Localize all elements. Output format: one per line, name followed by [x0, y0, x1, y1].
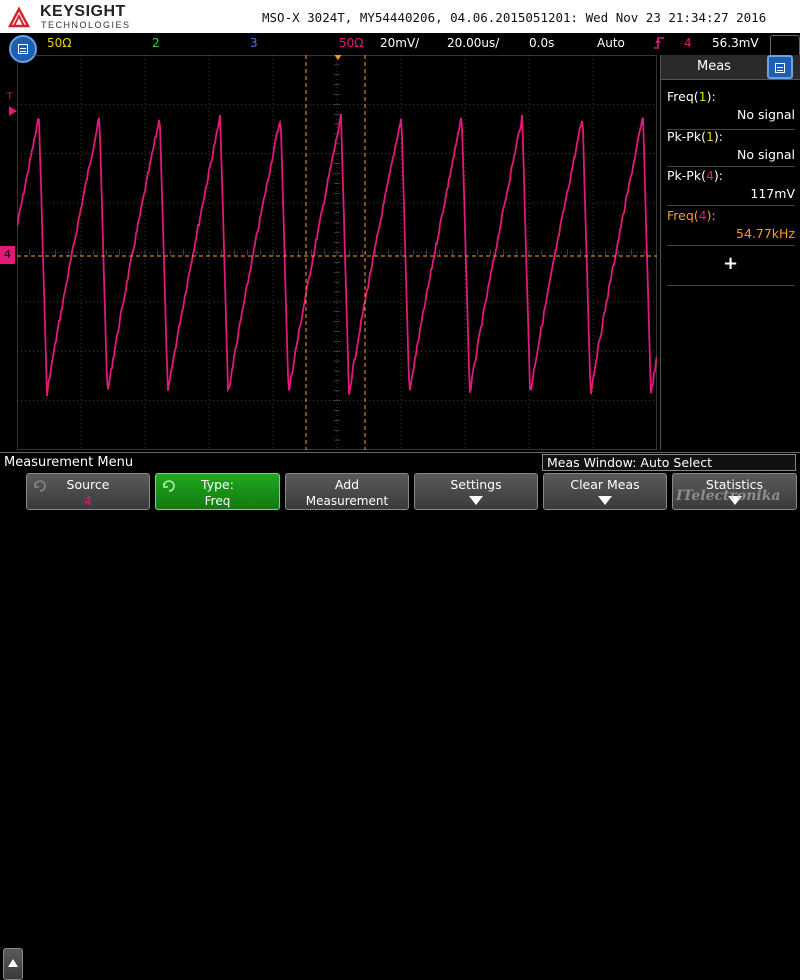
meas-divider	[667, 166, 795, 167]
top-right-control[interactable]	[770, 35, 800, 57]
volts-per-div[interactable]: 20mV/	[380, 36, 419, 50]
meas-divider	[667, 205, 795, 206]
meas-divider	[667, 245, 795, 246]
menu-icon	[18, 44, 28, 54]
meas-label: Freq(	[667, 208, 699, 223]
meas-panel-title: Meas	[697, 59, 731, 74]
menu-icon	[775, 63, 785, 73]
softkey-label: Clear Meas	[570, 477, 640, 492]
type-softkey[interactable]: Type: Freq	[155, 473, 280, 510]
title-bar: KEYSIGHT TECHNOLOGIES MSO-X 3024T, MY544…	[0, 0, 800, 33]
brand-name: KEYSIGHT	[40, 3, 126, 20]
brand-subtitle: TECHNOLOGIES	[41, 20, 131, 30]
meas-panel-menu-button[interactable]	[767, 55, 793, 79]
up-arrow-icon	[8, 959, 18, 967]
softkey-menu-bar: Measurement Menu Meas Window: Auto Selec…	[0, 452, 800, 473]
trigger-position-marker[interactable]	[333, 55, 343, 60]
instrument-info: MSO-X 3024T, MY54440206, 04.06.201505120…	[262, 10, 767, 25]
keysight-logo-icon	[8, 6, 30, 28]
meas-channel: 4	[705, 168, 714, 183]
meas-channel: 4	[698, 208, 707, 223]
meas-value: 117mV	[750, 186, 795, 201]
time-delay[interactable]: 0.0s	[529, 36, 554, 50]
softkey-value: Freq	[204, 494, 231, 508]
softkey-label: Source	[66, 477, 110, 492]
meas-channel: 1	[698, 89, 707, 104]
add-measurement-softkey[interactable]: Add Measurement	[285, 473, 409, 510]
trigger-mode[interactable]: Auto	[597, 36, 625, 50]
meas-label-end: ):	[713, 129, 723, 144]
softkey-label: Settings	[450, 477, 502, 492]
meas-label: Pk-Pk(	[667, 168, 706, 183]
menu-title: Measurement Menu	[4, 455, 134, 470]
ch1-setting[interactable]: 50Ω	[47, 36, 71, 50]
menu-up-button[interactable]	[3, 948, 23, 980]
add-measurement-icon[interactable]: +	[723, 253, 738, 274]
trigger-level[interactable]: 56.3mV	[712, 36, 759, 50]
meas-value: No signal	[737, 107, 795, 122]
ch3-setting[interactable]: 3	[250, 36, 258, 50]
ch2-setting[interactable]: 2	[152, 36, 160, 50]
trigger-source[interactable]: 4	[684, 36, 692, 50]
meas-label: Freq(	[667, 89, 699, 104]
down-arrow-icon	[598, 496, 612, 505]
meas-window-selector[interactable]: Meas Window: Auto Select	[542, 454, 796, 471]
softkey-label: Type:	[201, 477, 234, 492]
meas-value: No signal	[737, 147, 795, 162]
meas-divider	[667, 285, 795, 286]
meas-label-end: ):	[706, 89, 716, 104]
meas-label-end: ):	[706, 208, 716, 223]
meas-label-end: ):	[713, 168, 723, 183]
meas-channel: 1	[705, 129, 714, 144]
waveform-display[interactable]	[17, 55, 657, 450]
meas-label: Pk-Pk(	[667, 129, 706, 144]
graticule	[17, 55, 657, 450]
softkey-label: Add	[334, 477, 360, 492]
time-per-div[interactable]: 20.00us/	[447, 36, 499, 50]
measurement-panel: Meas Freq(1): No signal Pk-Pk(1): No sig…	[660, 55, 800, 450]
watermark: ITelectronika	[676, 488, 781, 504]
trigger-marker: T	[7, 92, 13, 102]
rising-edge-icon	[654, 37, 664, 49]
meas-item-pkpk-1[interactable]: Pk-Pk(1): No signal	[667, 129, 795, 162]
ch4-ground-marker[interactable]: 4	[0, 246, 15, 264]
trigger-level-arrow-icon[interactable]	[9, 106, 17, 116]
down-arrow-icon	[469, 496, 483, 505]
clear-meas-softkey[interactable]: Clear Meas	[543, 473, 667, 510]
ch4-setting[interactable]: 50Ω	[339, 36, 363, 50]
softkey-label-line2: Measurement	[305, 494, 389, 508]
meas-value: 54.77kHz	[736, 226, 795, 241]
settings-softkey[interactable]: Settings	[414, 473, 538, 510]
source-softkey[interactable]: Source 4	[26, 473, 150, 510]
softkey-value: 4	[84, 494, 92, 508]
status-bar: 50Ω 2 3 50Ω 20mV/ 20.00us/ 0.0s Auto 4 5…	[0, 33, 800, 63]
meas-item-pkpk-4[interactable]: Pk-Pk(4): 117mV	[667, 168, 795, 201]
meas-item-freq-1[interactable]: Freq(1): No signal	[667, 89, 795, 122]
meas-item-freq-4[interactable]: Freq(4): 54.77kHz	[667, 208, 795, 241]
